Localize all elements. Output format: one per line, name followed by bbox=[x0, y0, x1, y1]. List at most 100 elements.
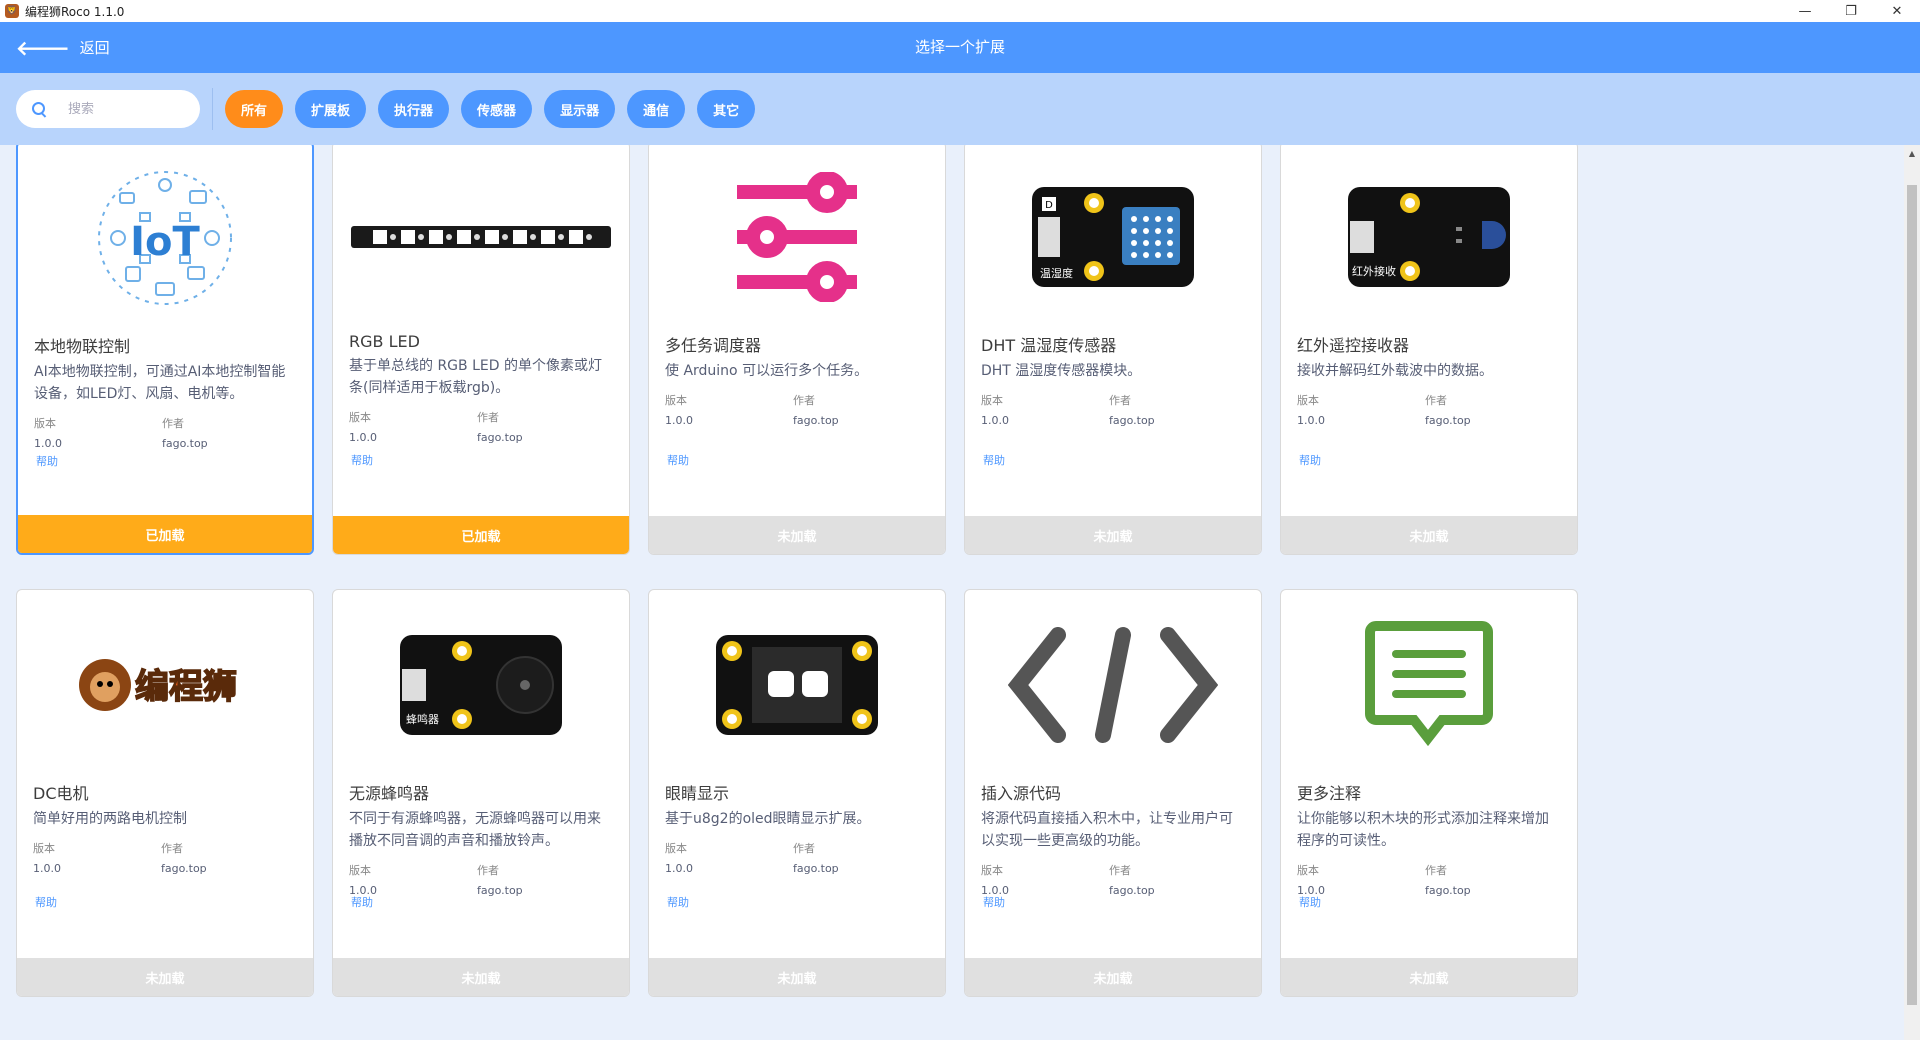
dht-sensor-image: D 温湿度 bbox=[965, 145, 1261, 332]
oled-eyes-image bbox=[649, 590, 945, 780]
extension-card[interactable]: 编程狮 DC电机 简单好用的两路电机控制 版本 1.0.0 作者 fago.to… bbox=[16, 589, 314, 997]
author-label: 作者 bbox=[162, 417, 184, 430]
page-title: 选择一个扩展 bbox=[914, 38, 1005, 56]
extension-card[interactable]: 多任务调度器 使 Arduino 可以运行多个任务。 版本 1.0.0 作者 f… bbox=[648, 145, 946, 555]
version-label: 版本 bbox=[349, 864, 371, 877]
extension-description: 将源代码直接插入积木中，让专业用户可以实现一些更高级的功能。 bbox=[981, 811, 1233, 849]
extension-card[interactable]: 红外接收 红外遥控接收器 接收并解码红外载波中的数据。 版本 1.0.0 作者 … bbox=[1280, 145, 1578, 555]
sliders-icon bbox=[649, 145, 945, 332]
load-status-button[interactable]: 未加载 bbox=[1281, 516, 1577, 554]
help-link[interactable]: 帮助 bbox=[983, 894, 1005, 910]
filter-tag-3[interactable]: 传感器 bbox=[461, 90, 533, 128]
author-label: 作者 bbox=[161, 842, 183, 855]
window-title: 编程狮Roco 1.1.0 bbox=[25, 4, 125, 19]
version-label: 版本 bbox=[1297, 864, 1319, 877]
filter-bar: 所有扩展板执行器传感器显示器通信其它 bbox=[0, 73, 1920, 145]
help-link[interactable]: 帮助 bbox=[351, 452, 373, 468]
version-value: 1.0.0 bbox=[981, 414, 1009, 427]
version-value: 1.0.0 bbox=[34, 437, 62, 450]
filter-tag-6[interactable]: 其它 bbox=[697, 90, 756, 128]
extension-card[interactable]: RGB LED 基于单总线的 RGB LED 的单个像素或灯条(同样适用于板载r… bbox=[332, 145, 630, 555]
extension-title: 眼睛显示 bbox=[665, 784, 730, 803]
buzzer-module-image: 蜂鸣器 bbox=[333, 590, 629, 780]
version-value: 1.0.0 bbox=[665, 862, 693, 875]
author-value: fago.top bbox=[477, 431, 523, 444]
help-link[interactable]: 帮助 bbox=[983, 452, 1005, 468]
author-label: 作者 bbox=[1109, 394, 1131, 407]
minimize-button[interactable]: — bbox=[1782, 0, 1828, 22]
extension-description: 让你能够以积木块的形式添加注释来增加程序的可读性。 bbox=[1297, 811, 1549, 849]
help-link[interactable]: 帮助 bbox=[36, 453, 58, 469]
help-link[interactable]: 帮助 bbox=[35, 894, 57, 910]
scrollbar[interactable]: ▲ bbox=[1904, 145, 1920, 1040]
load-status-button[interactable]: 未加载 bbox=[965, 958, 1261, 996]
extension-description: DHT 温湿度传感器模块。 bbox=[981, 363, 1142, 379]
load-status-button[interactable]: 未加载 bbox=[333, 958, 629, 996]
author-label: 作者 bbox=[1425, 864, 1447, 877]
version-value: 1.0.0 bbox=[33, 862, 61, 875]
help-link[interactable]: 帮助 bbox=[351, 894, 373, 910]
author-label: 作者 bbox=[1425, 394, 1447, 407]
filter-tag-0[interactable]: 所有 bbox=[225, 90, 284, 128]
load-status-button[interactable]: 已加载 bbox=[333, 516, 629, 554]
filter-tag-4[interactable]: 显示器 bbox=[544, 90, 616, 128]
help-link[interactable]: 帮助 bbox=[667, 894, 689, 910]
extension-card[interactable]: 更多注释 让你能够以积木块的形式添加注释来增加程序的可读性。 版本 1.0.0 … bbox=[1280, 589, 1578, 997]
extension-description: AI本地物联控制，可通过AI本地控制智能设备，如LED灯、风扇、电机等。 bbox=[34, 364, 286, 402]
load-status-button[interactable]: 未加载 bbox=[17, 958, 313, 996]
search-input[interactable] bbox=[66, 100, 180, 118]
extension-meta: 版本 1.0.0 作者 fago.top bbox=[34, 415, 296, 450]
load-status-button[interactable]: 未加载 bbox=[965, 516, 1261, 554]
svg-text:D: D bbox=[1045, 200, 1053, 211]
svg-text:蜂鸣器: 蜂鸣器 bbox=[406, 712, 439, 726]
filter-divider bbox=[212, 88, 213, 130]
filter-tag-2[interactable]: 执行器 bbox=[378, 90, 450, 128]
filter-tag-1[interactable]: 扩展板 bbox=[295, 90, 367, 128]
extension-meta: 版本 1.0.0 作者 fago.top bbox=[665, 840, 929, 875]
help-link[interactable]: 帮助 bbox=[1299, 452, 1321, 468]
extension-description: 不同于有源蜂鸣器，无源蜂鸣器可以用来播放不同音调的声音和播放铃声。 bbox=[349, 811, 601, 849]
version-value: 1.0.0 bbox=[349, 431, 377, 444]
load-status-button[interactable]: 未加载 bbox=[649, 516, 945, 554]
extension-description: 基于单总线的 RGB LED 的单个像素或灯条(同样适用于板载rgb)。 bbox=[349, 358, 602, 396]
author-value: fago.top bbox=[1109, 884, 1155, 897]
restore-button[interactable]: ❐ bbox=[1828, 0, 1874, 22]
extension-card[interactable]: 插入源代码 将源代码直接插入积木中，让专业用户可以实现一些更高级的功能。 版本 … bbox=[964, 589, 1262, 997]
extension-meta: 版本 1.0.0 作者 fago.top bbox=[33, 840, 297, 875]
author-label: 作者 bbox=[477, 411, 499, 424]
extension-card[interactable]: IoT 本地物联控制 AI本地物联控制，可通过AI本地控制智能设备，如LED灯、… bbox=[16, 145, 314, 555]
extension-meta: 版本 1.0.0 作者 fago.top bbox=[981, 392, 1245, 427]
version-value: 1.0.0 bbox=[1297, 414, 1325, 427]
biancheng-lion-logo: 编程狮 bbox=[17, 590, 313, 780]
load-status-button[interactable]: 未加载 bbox=[649, 958, 945, 996]
back-label: 返回 bbox=[79, 39, 110, 57]
scroll-up-arrow-icon[interactable]: ▲ bbox=[1904, 145, 1920, 161]
extension-card[interactable]: D 温湿度 DHT 温湿度传感器 DHT 温湿度传感器模块。 版本 1.0.0 … bbox=[964, 145, 1262, 555]
extension-description: 接收并解码红外载波中的数据。 bbox=[1297, 363, 1493, 379]
extension-title: 红外遥控接收器 bbox=[1297, 336, 1410, 355]
author-value: fago.top bbox=[1425, 884, 1471, 897]
filter-tag-5[interactable]: 通信 bbox=[627, 90, 686, 128]
scroll-thumb[interactable] bbox=[1907, 185, 1917, 1005]
load-status-button[interactable]: 已加载 bbox=[18, 515, 312, 553]
extension-title: 更多注释 bbox=[1297, 784, 1362, 803]
help-link[interactable]: 帮助 bbox=[1299, 894, 1321, 910]
extension-title: RGB LED bbox=[349, 332, 420, 351]
svg-text:编程狮: 编程狮 bbox=[135, 667, 237, 707]
app-icon: 🦁 bbox=[5, 4, 19, 18]
load-status-button[interactable]: 未加载 bbox=[1281, 958, 1577, 996]
extension-title: DC电机 bbox=[33, 784, 89, 803]
author-label: 作者 bbox=[477, 864, 499, 877]
help-link[interactable]: 帮助 bbox=[667, 452, 689, 468]
back-button[interactable]: 🡐 返回 bbox=[16, 22, 110, 73]
search-box[interactable] bbox=[16, 90, 200, 128]
window-titlebar: 🦁 编程狮Roco 1.1.0 — ❐ ✕ bbox=[0, 0, 1920, 22]
extension-card[interactable]: 眼睛显示 基于u8g2的oled眼睛显示扩展。 版本 1.0.0 作者 fago… bbox=[648, 589, 946, 997]
extension-meta: 版本 1.0.0 作者 fago.top bbox=[1297, 392, 1561, 427]
category-tags: 所有 扩展板 执行器 传感器 显示器 通信 其它 bbox=[225, 90, 767, 128]
close-button[interactable]: ✕ bbox=[1874, 0, 1920, 22]
author-value: fago.top bbox=[1425, 414, 1471, 427]
extension-card[interactable]: 蜂鸣器 无源蜂鸣器 不同于有源蜂鸣器，无源蜂鸣器可以用来播放不同音调的声音和播放… bbox=[332, 589, 630, 997]
version-value: 1.0.0 bbox=[665, 414, 693, 427]
version-label: 版本 bbox=[981, 394, 1003, 407]
